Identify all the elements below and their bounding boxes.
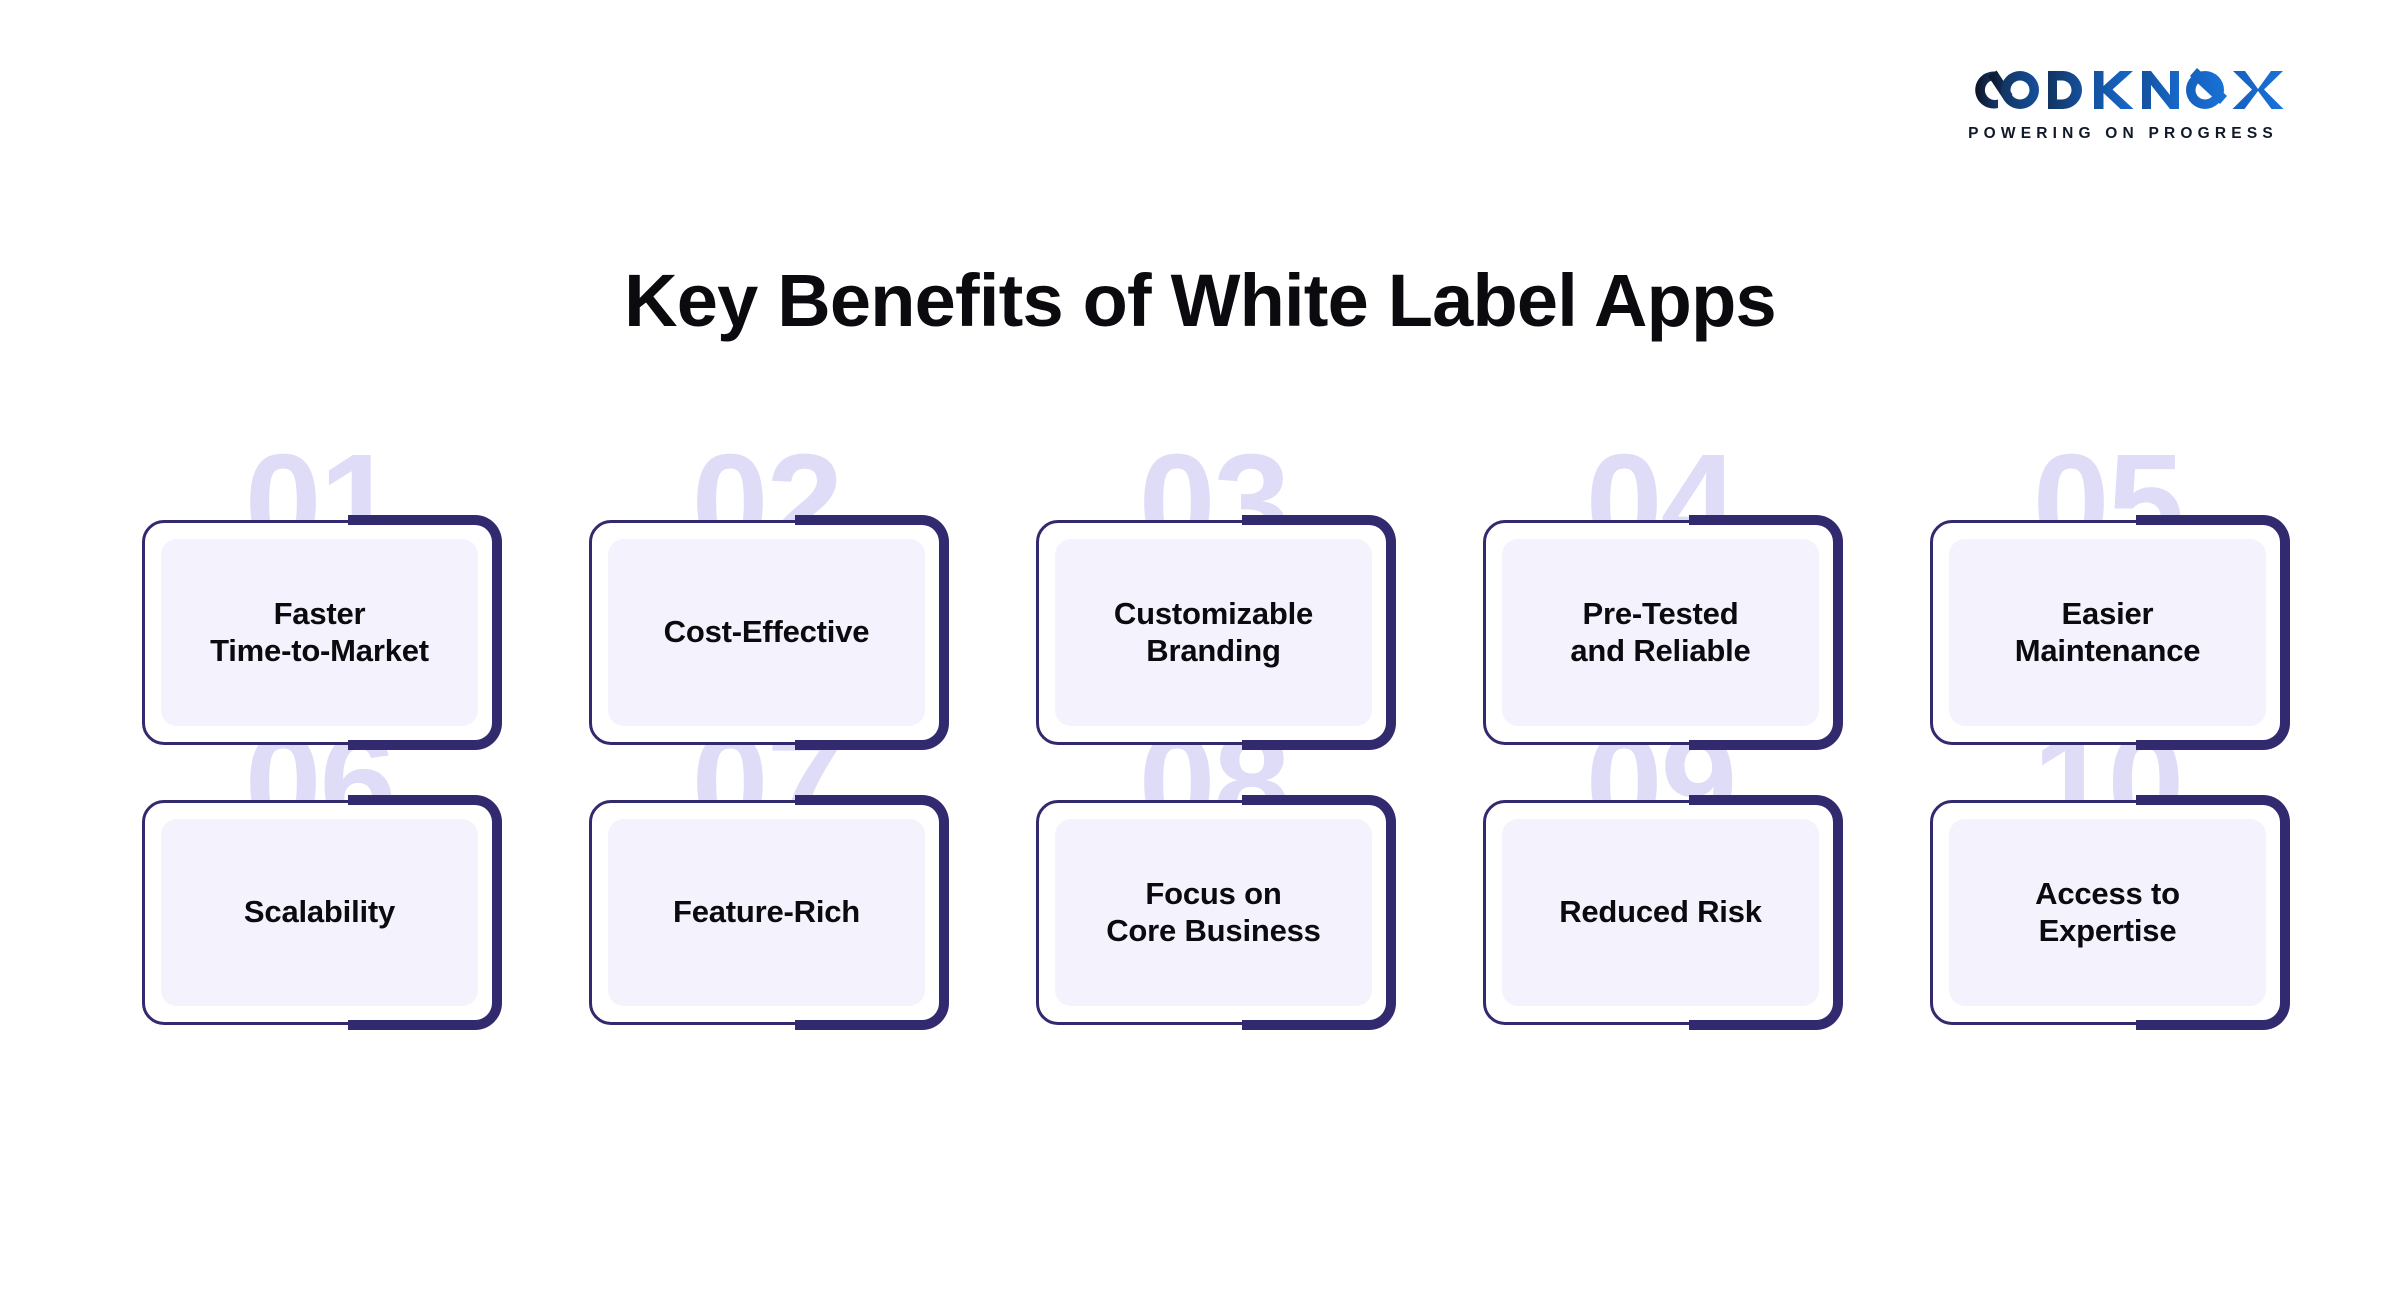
benefit-card[interactable]: 08 Focus on Core Business (1036, 714, 1396, 1030)
benefit-card[interactable]: 04 Pre-Tested and Reliable (1483, 434, 1843, 750)
brand-tagline: POWERING ON PROGRESS (1968, 125, 2278, 142)
card-inner-panel: Focus on Core Business (1055, 819, 1372, 1006)
benefit-label: Easier Maintenance (2014, 595, 2201, 668)
benefit-label: Reduced Risk (1559, 894, 1762, 930)
card-inner-panel: Access to Expertise (1949, 819, 2266, 1006)
benefit-label: Pre-Tested and Reliable (1570, 595, 1751, 668)
card-inner-panel: Pre-Tested and Reliable (1502, 539, 1819, 726)
card-inner-panel: Feature-Rich (608, 819, 925, 1006)
benefit-label: Cost-Effective (663, 614, 870, 650)
benefit-label: Scalability (243, 894, 396, 930)
benefit-label: Feature-Rich (672, 894, 861, 930)
card-inner-panel: Cost-Effective (608, 539, 925, 726)
brand-logo: POWERING ON PROGRESS (1958, 62, 2288, 143)
benefit-card[interactable]: 06 Scalability (142, 714, 502, 1030)
card-inner-panel: Faster Time-to-Market (161, 539, 478, 726)
benefit-label: Customizable Branding (1113, 595, 1314, 668)
card-inner-panel: Customizable Branding (1055, 539, 1372, 726)
card-inner-panel: Reduced Risk (1502, 819, 1819, 1006)
benefits-grid: 01 Faster Time-to-Market 02 Cost-Effecti… (142, 434, 2290, 1030)
benefit-card[interactable]: 07 Feature-Rich (589, 714, 949, 1030)
benefit-card[interactable]: 03 Customizable Branding (1036, 434, 1396, 750)
benefit-card[interactable]: 01 Faster Time-to-Market (142, 434, 502, 750)
benefit-card[interactable]: 09 Reduced Risk (1483, 714, 1843, 1030)
benefit-label: Focus on Core Business (1106, 875, 1321, 948)
benefit-label: Access to Expertise (2035, 875, 2180, 948)
card-inner-panel: Easier Maintenance (1949, 539, 2266, 726)
benefit-label: Faster Time-to-Market (210, 595, 429, 668)
benefit-card[interactable]: 10 Access to Expertise (1930, 714, 2290, 1030)
benefit-card[interactable]: 05 Easier Maintenance (1930, 434, 2290, 750)
benefit-card[interactable]: 02 Cost-Effective (589, 434, 949, 750)
page-title: Key Benefits of White Label Apps (624, 259, 1776, 342)
codknox-wordmark-logo-icon (1975, 68, 2284, 109)
infographic-page: POWERING ON PROGRESS Key Benefits of Whi… (0, 0, 2400, 1302)
card-inner-panel: Scalability (161, 819, 478, 1006)
